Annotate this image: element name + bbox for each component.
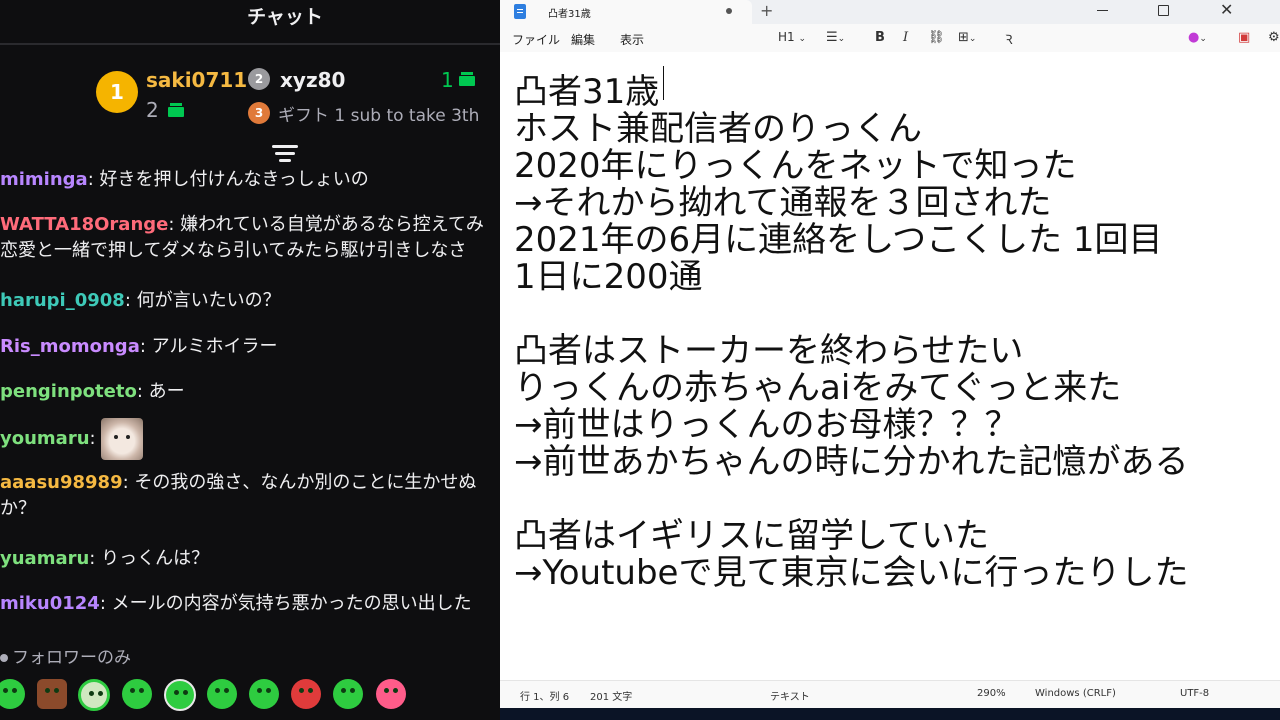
- chat-message: Ris_momonga: アルミホイラー: [0, 336, 278, 357]
- collapse-leaderboard-icon[interactable]: [272, 145, 298, 167]
- list-icon[interactable]: ☰⌄: [826, 30, 845, 45]
- text-line: →前世あかちゃんの時に分かれた記憶がある: [514, 442, 1189, 482]
- chat-message: yuamaru: りっくんは？: [0, 548, 210, 569]
- leaderboard-second-count: 1: [441, 68, 454, 92]
- menu-edit[interactable]: 編集: [571, 31, 595, 48]
- rank-3-badge: 3: [248, 102, 270, 124]
- rank-1-number: 1: [110, 80, 124, 104]
- follower-only-label: フォロワーのみ: [12, 648, 131, 668]
- desktop-background: [500, 708, 1280, 720]
- emote-icon[interactable]: [333, 679, 363, 709]
- chat-username[interactable]: yuamaru: [0, 548, 89, 569]
- chat-username[interactable]: miminga: [0, 169, 88, 190]
- minimize-button[interactable]: [1097, 10, 1108, 11]
- chat-message: penginpoteto: あー: [0, 381, 185, 402]
- link-icon[interactable]: ⛓: [928, 30, 945, 45]
- new-tab-button[interactable]: +: [760, 1, 773, 20]
- emote-icon[interactable]: [249, 679, 279, 709]
- chat-username[interactable]: WATTA18Orange: [0, 214, 168, 235]
- document-tab[interactable]: 凸者31歳: [500, 0, 752, 24]
- menu-view[interactable]: 表示: [620, 31, 644, 48]
- chat-text: りっくんは？: [101, 548, 210, 569]
- notepad-window: 凸者31歳 + ✕ ファイル 編集 表示 H1 ⌄ ☰⌄ B I ⛓ ⊞⌄ Ꝛ …: [500, 0, 1280, 708]
- character-count: 201 文字: [590, 692, 633, 703]
- extension-icon[interactable]: ▣: [1238, 30, 1250, 45]
- chat-text: 何が言いたいの？: [136, 290, 281, 311]
- clear-format-icon[interactable]: Ꝛ: [1005, 30, 1013, 48]
- rank-3-number: 3: [254, 106, 264, 120]
- italic-icon[interactable]: I: [903, 30, 908, 45]
- copilot-icon[interactable]: ●⌄: [1188, 30, 1207, 45]
- chat-message: miku0124: メールの内容が気持ち悪かったの思い出した: [0, 593, 472, 614]
- emote-icon[interactable]: [164, 679, 196, 711]
- heading-dropdown[interactable]: H1 ⌄: [778, 30, 806, 44]
- cursor-position: 行 1、列 6: [520, 692, 570, 703]
- chat-text: あー: [148, 381, 185, 402]
- text-editor[interactable]: 凸者31歳 ホスト兼配信者のりっくん 2020年にりっくんをネットで知った →そ…: [500, 52, 1280, 680]
- chat-message: harupi_0908: 何が言いたいの？: [0, 290, 281, 311]
- status-bar: 行 1、列 6 201 文字 テキスト 290% Windows (CRLF) …: [500, 680, 1280, 708]
- unsaved-dot-icon[interactable]: [726, 8, 732, 14]
- cat-emote-icon: [101, 418, 144, 460]
- gift-icon: [459, 72, 475, 86]
- gift-sub-prompt[interactable]: ギフト 1 sub to take 3th: [278, 101, 479, 126]
- chat-header-divider: [0, 43, 500, 45]
- chat-username[interactable]: penginpoteto: [0, 381, 137, 402]
- text-line: 1日に200通: [514, 257, 703, 297]
- leaderboard-first-count: 2: [146, 98, 159, 122]
- chat-username[interactable]: harupi_0908: [0, 290, 125, 311]
- emote-icon[interactable]: [291, 679, 321, 709]
- chat-username[interactable]: Ris_momonga: [0, 336, 140, 357]
- tab-bar: 凸者31歳 + ✕: [500, 0, 1280, 24]
- rank-2-number: 2: [254, 72, 264, 86]
- chat-text: 好きを押し付けんなきっしょいの: [99, 169, 369, 190]
- emote-icon[interactable]: [0, 679, 25, 709]
- chat-text-continued: 恋愛と一緒で押してダメなら引いてみたら駆け引きしなさ: [0, 240, 467, 261]
- text-line: →Youtubeで見て東京に会いに行ったりした: [514, 553, 1189, 593]
- leaderboard-first-name[interactable]: saki0711: [146, 68, 247, 92]
- chat-title: チャット: [247, 6, 323, 28]
- zoom-level[interactable]: 290%: [977, 688, 1006, 699]
- line-ending[interactable]: Windows (CRLF): [1035, 688, 1116, 699]
- heading-label: H1: [778, 30, 795, 44]
- gift-icon: [168, 103, 184, 117]
- emote-icon[interactable]: [37, 679, 67, 709]
- chevron-down-icon: ⌄: [798, 34, 807, 44]
- emote-icon[interactable]: [78, 679, 110, 711]
- menu-file[interactable]: ファイル: [512, 31, 560, 48]
- emote-icon[interactable]: [207, 679, 237, 709]
- emote-icon[interactable]: [122, 679, 152, 709]
- chat-username[interactable]: youmaru: [0, 428, 90, 449]
- emote-icon[interactable]: [376, 679, 406, 709]
- chat-message: miminga: 好きを押し付けんなきっしょいの: [0, 169, 369, 190]
- chat-message: aaasu98989: その我の強さ、なんか別のことに生かせぬ か？: [0, 472, 477, 519]
- chat-message: youmaru:: [0, 418, 144, 460]
- rank-1-badge: 1: [96, 71, 138, 113]
- text-caret: [663, 66, 664, 100]
- rank-2-badge: 2: [248, 68, 270, 90]
- notepad-icon: [514, 4, 526, 19]
- chat-text: メールの内容が気持ち悪かったの思い出した: [111, 593, 472, 614]
- chat-text: 嫌われている自覚があるなら控えてみ: [180, 214, 484, 235]
- tab-title: 凸者31歳: [548, 9, 591, 20]
- gear-icon[interactable]: ⚙: [1268, 30, 1280, 45]
- chat-text-continued: か？: [0, 498, 36, 519]
- chat-text: その我の強さ、なんか別のことに生かせぬ: [134, 472, 477, 493]
- info-dot-icon: [0, 654, 8, 662]
- emote-bar: [0, 675, 500, 715]
- chat-panel: チャット 1 saki0711 2 2 xyz80 1 3 ギフト 1 sub …: [0, 0, 500, 720]
- chat-username[interactable]: aaasu98989: [0, 472, 123, 493]
- chat-text: アルミホイラー: [151, 336, 278, 357]
- follower-only-mode[interactable]: フォロワーのみ: [0, 643, 131, 668]
- leaderboard-second-name[interactable]: xyz80: [280, 68, 345, 92]
- file-format: テキスト: [770, 692, 810, 703]
- maximize-button[interactable]: [1158, 5, 1169, 16]
- encoding[interactable]: UTF-8: [1180, 688, 1209, 699]
- chat-message: WATTA18Orange: 嫌われている自覚があるなら控えてみ 恋愛と一緒で押…: [0, 214, 484, 261]
- bold-icon[interactable]: B: [875, 30, 885, 45]
- menu-bar: ファイル 編集 表示 H1 ⌄ ☰⌄ B I ⛓ ⊞⌄ Ꝛ ●⌄ ▣ ⚙: [500, 24, 1280, 52]
- chat-username[interactable]: miku0124: [0, 593, 100, 614]
- table-icon[interactable]: ⊞⌄: [958, 30, 976, 45]
- close-button[interactable]: ✕: [1220, 0, 1233, 19]
